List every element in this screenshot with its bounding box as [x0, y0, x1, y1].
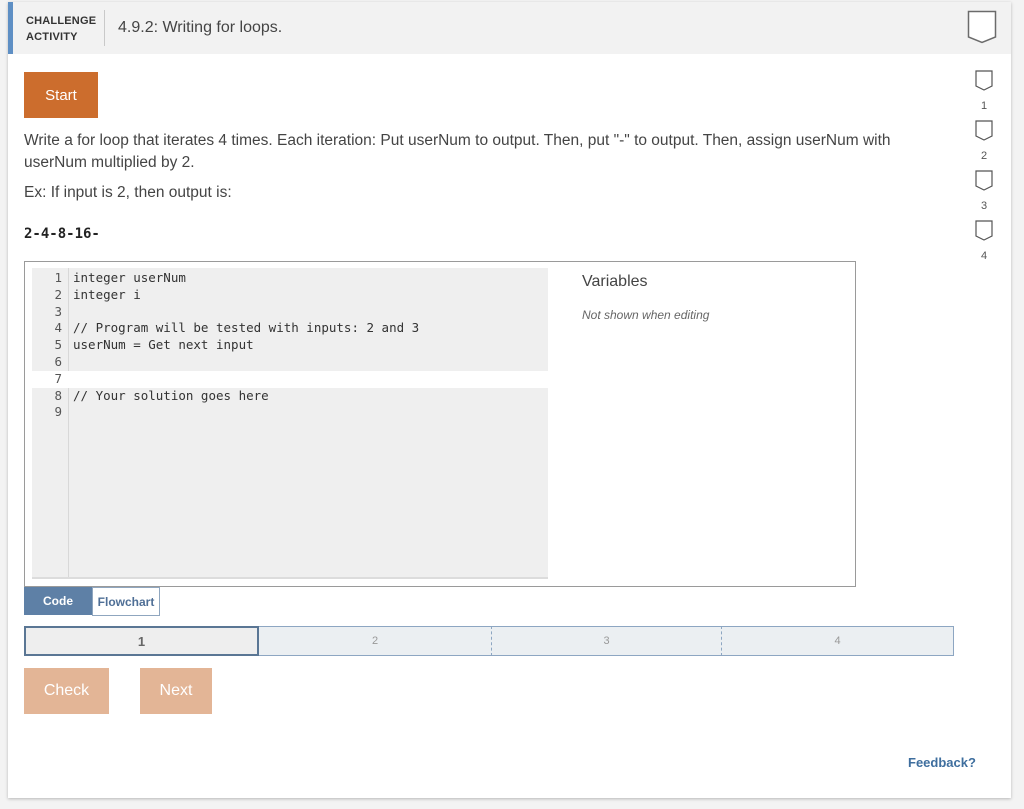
- level-badge-icon: [975, 220, 993, 241]
- progress-step-3[interactable]: 3: [491, 626, 721, 656]
- level-number: 3: [970, 200, 998, 212]
- code-line[interactable]: 9: [32, 404, 548, 421]
- line-number: 8: [32, 388, 62, 405]
- progress-step-4[interactable]: 4: [721, 626, 954, 656]
- code-line[interactable]: 3: [32, 304, 548, 321]
- level-number: 4: [970, 250, 998, 262]
- code-text[interactable]: // Program will be tested with inputs: 2…: [73, 320, 419, 337]
- activity-type-label: CHALLENGE ACTIVITY: [26, 13, 104, 45]
- code-line[interactable]: 1 integer userNum: [32, 270, 548, 287]
- code-text[interactable]: integer userNum: [73, 270, 186, 287]
- level-badges: 1 2 3 4: [970, 70, 998, 270]
- activity-label-line1: CHALLENGE: [26, 13, 104, 29]
- completion-badge-icon: [967, 10, 997, 44]
- example-text: Ex: If input is 2, then output is:: [24, 184, 232, 202]
- line-number: 2: [32, 287, 62, 304]
- line-number: 1: [32, 270, 62, 287]
- level-badge-icon: [975, 120, 993, 141]
- line-number: 9: [32, 404, 62, 421]
- code-line[interactable]: 6: [32, 354, 548, 371]
- level-progress-bar: 1 2 3 4: [24, 626, 954, 656]
- activity-title: 4.9.2: Writing for loops.: [118, 19, 282, 37]
- start-button[interactable]: Start: [24, 72, 98, 118]
- activity-header: CHALLENGE ACTIVITY 4.9.2: Writing for lo…: [8, 2, 1011, 54]
- level-badge-1[interactable]: 1: [970, 70, 998, 120]
- level-badge-icon: [975, 170, 993, 191]
- variables-title: Variables: [582, 273, 648, 291]
- challenge-activity-card: CHALLENGE ACTIVITY 4.9.2: Writing for lo…: [8, 2, 1011, 798]
- level-badge-3[interactable]: 3: [970, 170, 998, 220]
- code-editor[interactable]: 1 integer userNum 2 integer i 34 // Program w…: [32, 268, 548, 579]
- line-number: 6: [32, 354, 62, 371]
- expected-output: 2-4-8-16-: [24, 226, 100, 242]
- coral-workspace: 1 integer userNum 2 integer i 34 // Program w…: [24, 261, 856, 587]
- code-line[interactable]: 2 integer i: [32, 287, 548, 304]
- line-number: 7: [32, 371, 62, 388]
- level-badge-2[interactable]: 2: [970, 120, 998, 170]
- variables-note: Not shown when editing: [582, 308, 709, 322]
- progress-step-2[interactable]: 2: [259, 626, 491, 656]
- tab-flowchart[interactable]: Flowchart: [92, 587, 160, 616]
- problem-prompt: Write a for loop that iterates 4 times. …: [24, 130, 944, 174]
- feedback-link[interactable]: Feedback?: [908, 755, 976, 770]
- check-button[interactable]: Check: [24, 668, 109, 714]
- next-button[interactable]: Next: [140, 668, 212, 714]
- header-accent-bar: [8, 2, 13, 54]
- header-divider: [104, 10, 105, 46]
- level-number: 2: [970, 150, 998, 162]
- progress-step-1[interactable]: 1: [24, 626, 259, 656]
- code-line[interactable]: 7: [32, 371, 548, 388]
- code-text[interactable]: integer i: [73, 287, 141, 304]
- level-badge-icon: [975, 70, 993, 91]
- activity-label-line2: ACTIVITY: [26, 29, 104, 45]
- code-line[interactable]: 4 // Program will be tested with inputs: …: [32, 320, 548, 337]
- line-number: 3: [32, 304, 62, 321]
- code-text[interactable]: // Your solution goes here: [73, 388, 269, 405]
- code-text[interactable]: userNum = Get next input: [73, 337, 254, 354]
- level-badge-4[interactable]: 4: [970, 220, 998, 270]
- line-number: 5: [32, 337, 62, 354]
- code-line[interactable]: 5 userNum = Get next input: [32, 337, 548, 354]
- tab-code[interactable]: Code: [24, 587, 92, 615]
- level-number: 1: [970, 100, 998, 112]
- line-number: 4: [32, 320, 62, 337]
- code-line[interactable]: 8 // Your solution goes here: [32, 388, 548, 405]
